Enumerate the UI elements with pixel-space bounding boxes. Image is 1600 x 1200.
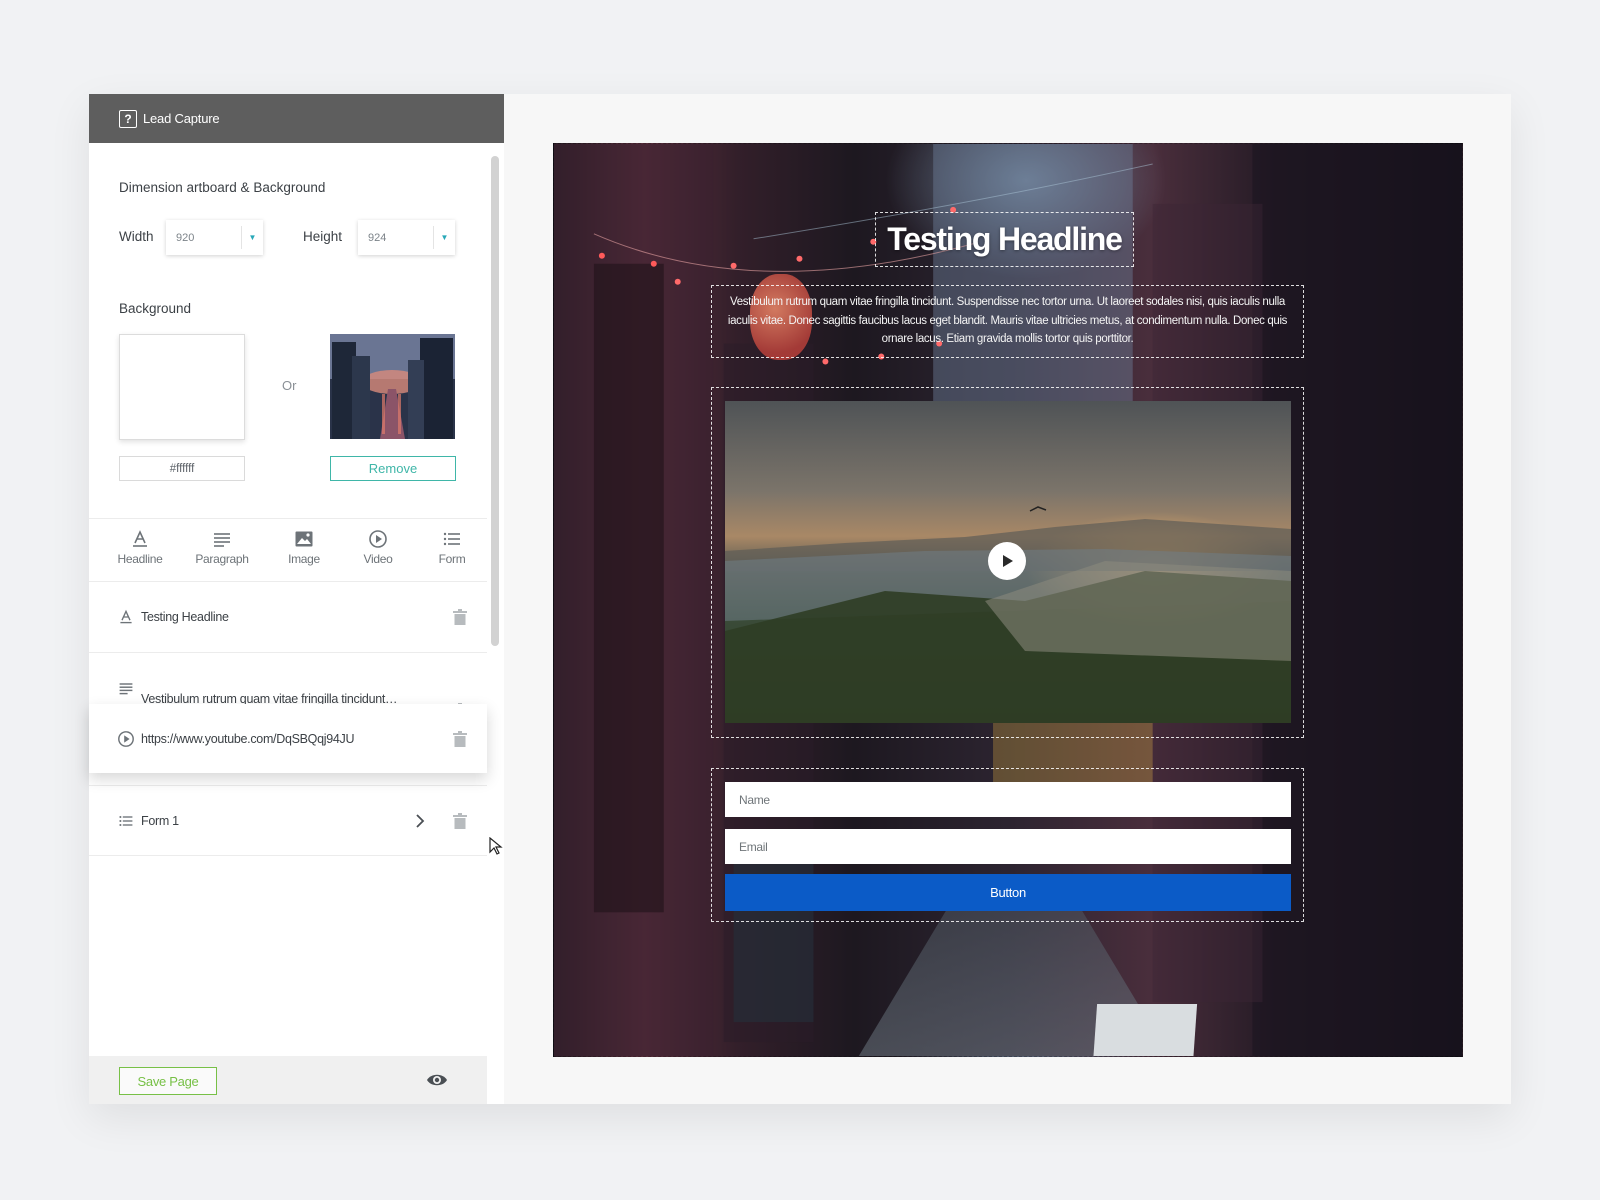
background-label: Background [119,301,192,316]
canvas-headline[interactable]: Testing Headline [875,212,1134,267]
height-select[interactable]: 924 ▼ [358,220,455,255]
background-image-thumbnail[interactable] [330,334,455,439]
headline-icon [117,608,135,626]
tool-headline[interactable]: Headline [105,529,175,566]
width-label: Width [119,229,154,244]
sidebar-title: Lead Capture [143,111,220,126]
background-hex-input[interactable]: #ffffff [119,456,245,481]
width-select[interactable]: 920 ▼ [166,220,263,255]
layer-item-form[interactable]: Form 1 [89,785,487,856]
tool-video[interactable]: Video [343,529,413,566]
video-thumbnail[interactable] [725,401,1291,723]
paragraph-icon [214,533,230,547]
element-toolbar: Headline Paragraph Image Video Form [89,518,487,582]
trash-icon[interactable] [453,730,467,747]
trash-icon[interactable] [453,812,467,829]
remove-background-button[interactable]: Remove [330,456,456,481]
chevron-right-icon[interactable] [415,813,425,828]
sidebar: ? Lead Capture Dimension artboard & Back… [89,94,504,1104]
layer-item-video[interactable]: https://www.youtube.com/DqSBQqj94JU [89,704,487,773]
tool-image[interactable]: Image [269,529,339,566]
sidebar-header: ? Lead Capture [89,94,504,143]
chevron-down-icon: ▼ [241,226,263,249]
form-icon [443,532,460,546]
save-page-button[interactable]: Save Page [119,1067,217,1095]
form-icon [117,812,135,830]
layer-item-headline[interactable]: Testing Headline [89,582,487,653]
help-icon[interactable]: ? [119,109,137,128]
name-input[interactable]: Name [725,782,1291,817]
email-input[interactable]: Email [725,829,1291,864]
dimension-section-title: Dimension artboard & Background [119,180,326,195]
tool-label: Video [363,552,393,566]
tool-label: Image [288,552,320,566]
width-value: 920 [176,231,195,244]
layer-label: Testing Headline [141,610,229,624]
image-icon [295,531,313,547]
tool-label: Paragraph [195,552,249,566]
tool-paragraph[interactable]: Paragraph [187,529,257,566]
chevron-down-icon: ▼ [433,226,455,249]
sidebar-scrollbar[interactable] [491,156,499,646]
layer-label: https://www.youtube.com/DqSBQqj94JU [141,731,355,746]
background-color-swatch[interactable] [119,334,245,440]
artboard-canvas[interactable]: Testing Headline Vestibulum rutrum quam … [553,143,1463,1057]
form-submit-button[interactable]: Button [725,874,1291,911]
city-thumbnail-image [330,334,455,439]
headline-icon [133,530,147,547]
or-separator: Or [282,378,297,393]
play-icon [1003,555,1013,567]
paragraph-icon [117,679,135,697]
sidebar-footer: Save Page [89,1056,487,1104]
tool-label: Headline [117,552,163,566]
play-button[interactable] [988,542,1026,580]
height-label: Height [303,229,343,244]
video-icon [117,730,135,748]
layer-label: Form 1 [141,813,179,828]
street-sign [1092,1004,1198,1056]
trash-icon[interactable] [453,609,467,625]
tool-form[interactable]: Form [417,529,487,566]
canvas-form-block[interactable]: Name Email Button [711,768,1304,922]
tool-label: Form [438,552,466,566]
video-icon [369,530,387,548]
builder-window: ? Lead Capture Dimension artboard & Back… [89,94,1511,1104]
height-value: 924 [368,231,387,244]
canvas-paragraph[interactable]: Vestibulum rutrum quam vitae fringilla t… [711,285,1304,358]
eye-icon[interactable] [426,1072,448,1088]
mouse-cursor-icon [489,837,503,855]
canvas-video-block[interactable] [711,387,1304,738]
